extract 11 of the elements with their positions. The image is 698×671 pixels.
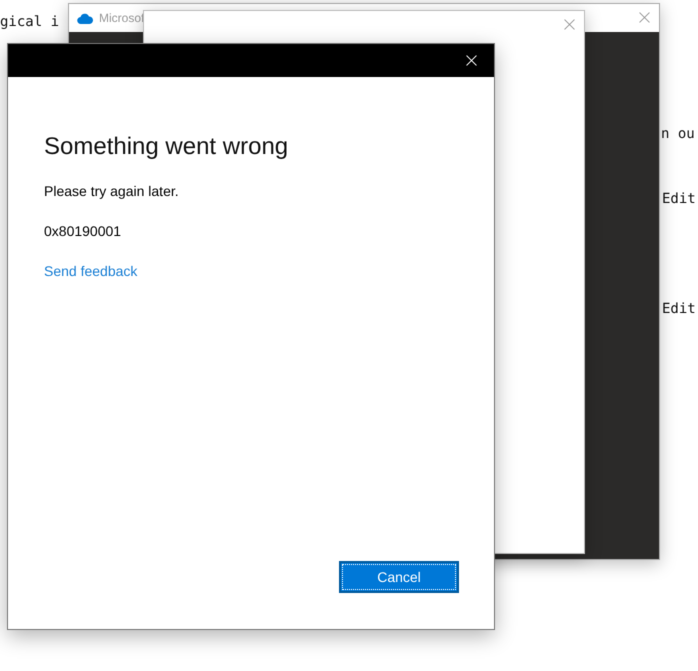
- background-text: gical i: [0, 13, 60, 32]
- error-message: Please try again later.: [44, 183, 180, 200]
- background-text: Edit: [662, 300, 696, 319]
- send-feedback-link[interactable]: Send feedback: [44, 263, 138, 279]
- background-text: Edit: [662, 190, 696, 209]
- error-code: 0x80190001: [44, 223, 122, 240]
- dialog-heading: Something went wrong: [44, 133, 290, 161]
- window-title: Microsof: [99, 11, 144, 25]
- cloud-icon: [77, 12, 93, 24]
- background-text: n ou: [661, 125, 695, 144]
- cancel-button[interactable]: Cancel: [339, 561, 459, 593]
